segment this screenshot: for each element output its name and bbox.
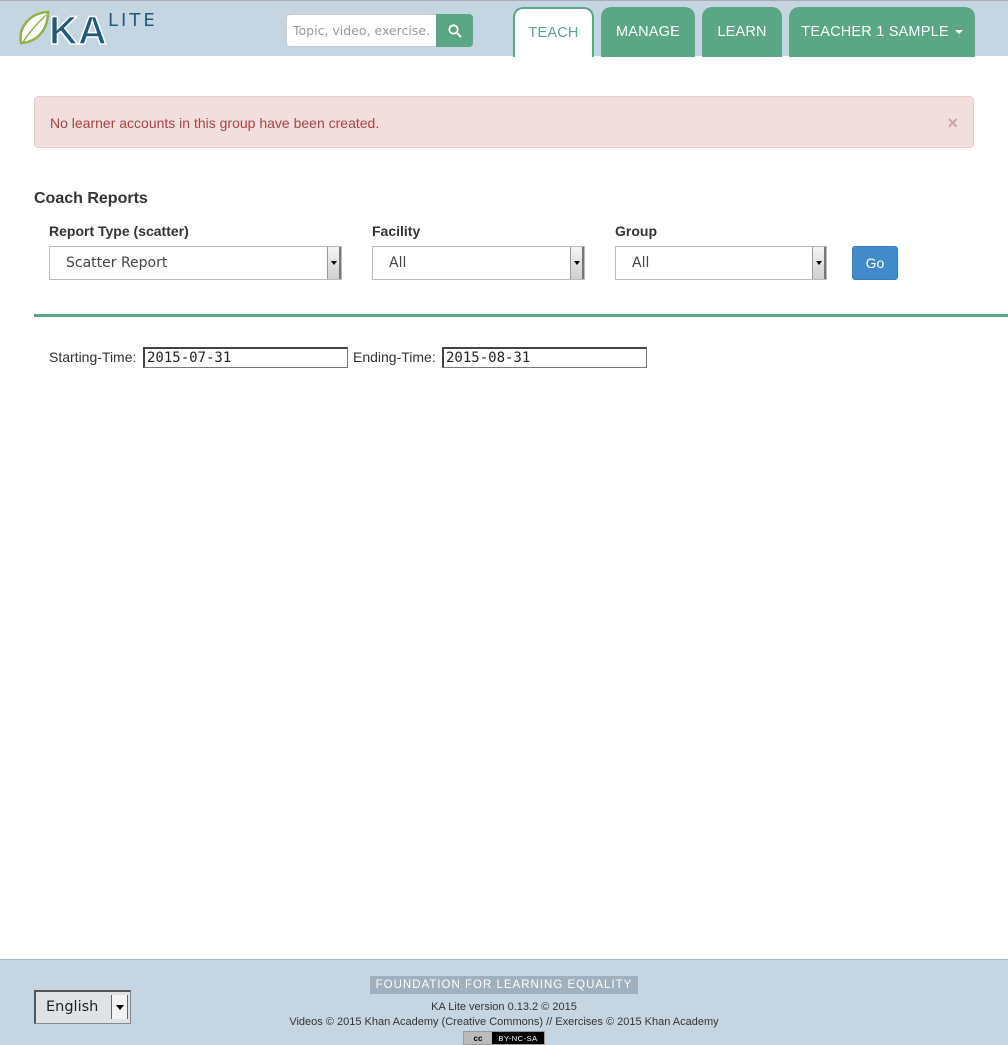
starting-time-label: Starting-Time: [49,349,137,365]
select-arrow-icon [812,247,826,279]
report-type-label: Report Type (scatter) [49,223,189,239]
group-select[interactable]: All [615,246,827,280]
search-button[interactable] [436,14,473,47]
group-value: All [632,255,650,271]
select-arrow-icon [570,247,584,279]
facility-select[interactable]: All [372,246,585,280]
ending-time-input[interactable] [442,347,647,368]
ka-lite-logo[interactable]: KA LITE [18,9,160,47]
search-bar [286,14,473,47]
go-button[interactable]: Go [852,246,898,280]
tab-manage[interactable]: MANAGE [601,7,695,57]
alert-no-learners: No learner accounts in this group have b… [34,96,974,148]
close-icon[interactable]: × [947,114,958,132]
select-arrow-icon [327,247,341,279]
starting-time-input[interactable] [143,347,348,368]
group-label: Group [615,223,657,239]
footer: English FOUNDATION FOR LEARNING EQUALITY… [0,959,1008,1045]
creative-commons-icon: cc [464,1032,492,1044]
tab-teach[interactable]: TEACH [513,7,594,57]
version-text: KA Lite version 0.13.2 © 2015 [431,1001,577,1013]
license-text: BY-NC-SA [498,1033,538,1043]
search-icon [447,23,461,37]
logo-ka-text: KA [49,9,107,47]
ending-time-label: Ending-Time: [353,349,436,365]
tab-learn-label: LEARN [717,24,767,40]
tab-learn[interactable]: LEARN [702,7,782,57]
alert-message: No learner accounts in this group have b… [50,115,380,131]
caret-down-icon [954,30,963,34]
facility-label: Facility [372,223,421,239]
facility-value: All [389,255,407,271]
page-title: Coach Reports [34,190,148,207]
fle-banner[interactable]: FOUNDATION FOR LEARNING EQUALITY [370,976,638,994]
tab-manage-label: MANAGE [615,24,681,40]
report-type-value: Scatter Report [66,255,168,271]
user-menu-dropdown[interactable]: TEACHER 1 SAMPLE [789,7,975,57]
top-navbar: KA LITE TEACH MANAGE LEARN TEACHER 1 SAM… [0,0,1008,57]
report-type-select[interactable]: Scatter Report [49,246,342,280]
license-badge[interactable]: cc BY-NC-SA [463,1031,545,1045]
section-divider [34,314,1008,317]
credits-text: Videos © 2015 Khan Academy (Creative Com… [289,1016,719,1028]
search-input[interactable] [286,14,436,47]
tab-teach-label: TEACH [528,25,579,41]
user-menu-label: TEACHER 1 SAMPLE [801,24,949,40]
logo-lite-text: LITE [108,10,158,31]
leaf-logo-icon: KA LITE [19,9,158,47]
